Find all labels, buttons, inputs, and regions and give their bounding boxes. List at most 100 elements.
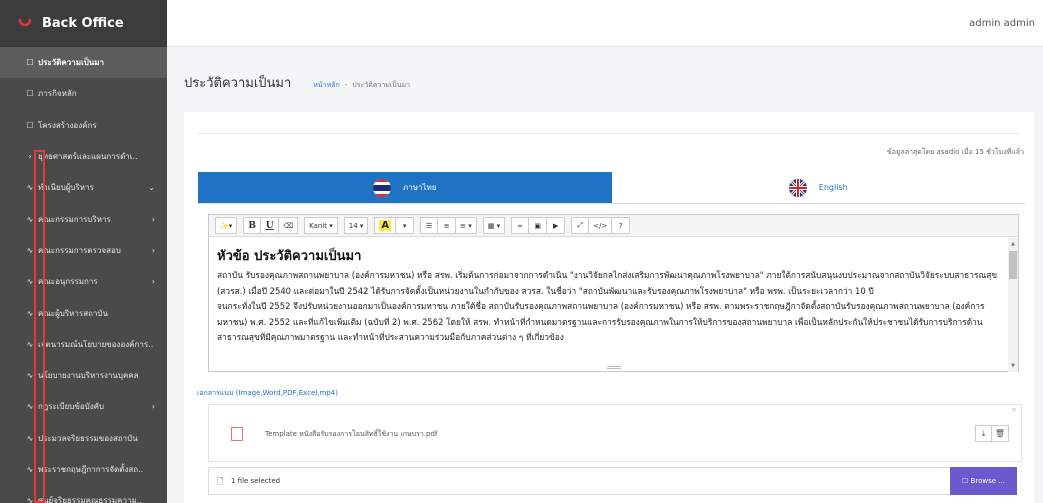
link-button[interactable]: ∞ (511, 217, 530, 234)
text-color-dropdown[interactable]: ▾ (396, 217, 415, 234)
last-updated-note: ข้อมูลล่าสุดโดย asadio เมื่อ 15 ชั่วโมงท… (886, 148, 1024, 156)
text-color-button[interactable]: A (374, 217, 397, 234)
browse-button[interactable]: ☐ Browse ... (950, 467, 1017, 495)
brand[interactable]: Back Office (0, 0, 167, 47)
attachments-label: เอกสารแนบ (Image,Word,PDF,Excel,mp4) (197, 389, 338, 397)
sidebar-item-audit[interactable]: ∿ คณะกรรมการตรวจสอบ › (0, 235, 167, 266)
sidebar-item-subcommittee[interactable]: ∿ คณะอนุกรรมการ › (0, 266, 167, 297)
ordered-list-button[interactable]: ≡ (438, 217, 457, 234)
fullscreen-button[interactable]: ⤢ (571, 217, 590, 234)
page-header: ประวัติความเป็นมา หน้าหลัก - ประวัติความ… (184, 72, 410, 93)
bold-button[interactable]: B (243, 217, 262, 234)
activity-icon: ∿ (26, 402, 34, 412)
chevron-right-icon: › (151, 214, 155, 224)
sidebar-item-strategy[interactable]: › ยุทธศาสตร์และแผนการดำเ.. (0, 141, 167, 172)
scrollbar-thumb[interactable] (1009, 251, 1017, 279)
file-input[interactable]: 🗋 1 file selected ☐ Browse ... (208, 467, 1017, 495)
sidebar-item-label: คณะกรรมการตรวจสอบ (38, 245, 121, 255)
monitor-icon: ☐ (26, 89, 34, 99)
editor-content[interactable]: หัวข้อ ประวัติความเป็นมา สถาบัน รับรองคุ… (209, 237, 1018, 371)
sidebar-item-policy-intent[interactable]: ∿ เจตนารมณ์นโยบายขององค์การ.. (0, 329, 167, 360)
sidebar-item-label: เจตนารมณ์นโยบายขององค์การ.. (38, 339, 154, 349)
editor-resize-handle[interactable] (606, 366, 621, 369)
logo-icon (18, 18, 32, 26)
sidebar-item-label: ศูนย์จริยธรรมคุณธรรมความ.. (38, 496, 142, 503)
highlight-box (34, 150, 45, 503)
activity-icon: ∿ (26, 339, 34, 349)
sidebar-item-label: คณะผู้บริหารสถาบัน (38, 308, 108, 318)
activity-icon: ∿ (26, 245, 34, 255)
activity-icon: ∿ (26, 465, 34, 474)
topbar: admin admin (167, 0, 1043, 47)
sidebar-item-ethics-center[interactable]: ∿ ศูนย์จริยธรรมคุณธรรมความ.. (0, 485, 167, 503)
code-view-button[interactable]: </> (589, 217, 613, 234)
font-size-select[interactable]: 14 ▾ (343, 217, 369, 234)
sidebar-item-structure[interactable]: ☐ โครงสร้างองค์กร (0, 110, 167, 141)
sidebar-item-label: ภารกิจหลัก (38, 89, 77, 99)
sidebar-item-label: พระราชกฤษฎีกาการจัดตั้งสถ.. (38, 465, 144, 474)
tab-thai[interactable]: ภาษาไทย (198, 172, 612, 203)
activity-icon: ∿ (26, 433, 34, 443)
magic-style-button[interactable]: ✨▾ (215, 217, 238, 234)
user-menu[interactable]: admin admin (969, 18, 1035, 29)
sidebar-item-management[interactable]: ∿ คณะผู้บริหารสถาบัน (0, 297, 167, 328)
attachment-preview: × Template หนังสือรับรองการโอนสิทธิ์ใช้ง… (208, 404, 1022, 462)
highlight-icon: A (379, 220, 392, 231)
uk-flag-icon (788, 178, 807, 197)
scroll-down-icon[interactable]: ▼ (1009, 363, 1017, 369)
sidebar-item-hr-policy[interactable]: ∿ นโยบายงานบริหารงานบุคคล (0, 360, 167, 391)
sidebar-item-label: คณะกรรมการบริหาร (38, 214, 111, 224)
sidebar-item-ethics-code[interactable]: ∿ ประมวลจริยธรรมของสถาบัน (0, 423, 167, 454)
sidebar-item-history[interactable]: ☐ ประวัติความเป็นมา (0, 47, 167, 79)
breadcrumb-current: ประวัติความเป็นมา (352, 81, 411, 89)
activity-icon: ∿ (26, 496, 34, 503)
video-button[interactable]: ▶ (547, 217, 566, 234)
sidebar-item-executives[interactable]: ∿ ทำเนียบผู้บริหาร ⌄ (0, 172, 167, 203)
tab-label: ภาษาไทย (402, 183, 437, 192)
chevron-right-icon: › (151, 245, 155, 255)
delete-button[interactable]: 🗑 (992, 425, 1009, 442)
sidebar-item-label: ประวัติความเป็นมา (38, 58, 105, 68)
sidebar-menu: ☐ ประวัติความเป็นมา ☐ ภารกิจหลัก ☐ โครงสร้า… (0, 47, 167, 503)
picture-button[interactable]: ▣ (529, 217, 548, 234)
close-icon[interactable]: × (1011, 406, 1017, 414)
sidebar-item-label: ทำเนียบผู้บริหาร (38, 183, 94, 193)
content-card: ข้อมูลล่าสุดโดย asadio เมื่อ 15 ชั่วโมงท… (184, 112, 1034, 503)
activity-icon: ∿ (26, 183, 34, 193)
unordered-list-button[interactable]: ☰ (420, 217, 439, 234)
language-tabs: ภาษาไทย English (198, 172, 1025, 204)
file-icon (231, 427, 243, 441)
help-button[interactable]: ? (612, 217, 631, 234)
clear-format-button[interactable]: ⌫ (279, 217, 299, 234)
thai-flag-icon (372, 178, 391, 197)
monitor-icon: ☐ (26, 120, 34, 130)
download-button[interactable]: ⤓ (975, 425, 992, 442)
file-selected-text: 1 file selected (231, 477, 281, 485)
content-paragraph: จนกระทั่งในปี 2552 จึงปรับหน่วยงานออกมาเ… (217, 301, 985, 342)
chevron-right-icon: › (28, 152, 32, 162)
chevron-right-icon: › (151, 277, 155, 287)
chevron-right-icon: › (151, 402, 155, 412)
brand-title: Back Office (42, 16, 124, 31)
paragraph-align-select[interactable]: ≡ ▾ (456, 217, 477, 234)
file-actions: ⤓ 🗑 (975, 425, 1009, 442)
breadcrumb-home[interactable]: หน้าหลัก (313, 80, 339, 91)
sidebar-item-royal-decree[interactable]: ∿ พระราชกฤษฎีกาการจัดตั้งสถ.. (0, 454, 167, 485)
breadcrumb-separator: - (344, 81, 348, 89)
font-family-select[interactable]: Kanit ▾ (304, 217, 338, 234)
table-button[interactable]: ▦ ▾ (482, 217, 506, 234)
sidebar-item-mission[interactable]: ☐ ภารกิจหลัก (0, 78, 167, 109)
tab-label: English (818, 183, 848, 192)
tab-english[interactable]: English (611, 172, 1025, 203)
underline-button[interactable]: U (261, 217, 280, 234)
file-icon: 🗋 (217, 477, 224, 486)
sidebar-item-label: กฎระเบียบข้อบังคับ (38, 402, 105, 412)
sidebar-item-label: คณะอนุกรรมการ (38, 277, 98, 287)
sidebar-item-label: โครงสร้างองค์กร (38, 120, 97, 130)
sidebar-item-label: นโยบายงานบริหารงานบุคคล (38, 371, 139, 381)
divider (198, 133, 1020, 134)
sidebar: Back Office ☐ ประวัติความเป็นมา ☐ ภารกิจหล… (0, 0, 167, 503)
sidebar-item-board[interactable]: ∿ คณะกรรมการบริหาร › (0, 203, 167, 234)
sidebar-item-regulations[interactable]: ∿ กฎระเบียบข้อบังคับ › (0, 391, 167, 422)
scroll-up-icon[interactable]: ▲ (1009, 241, 1017, 247)
